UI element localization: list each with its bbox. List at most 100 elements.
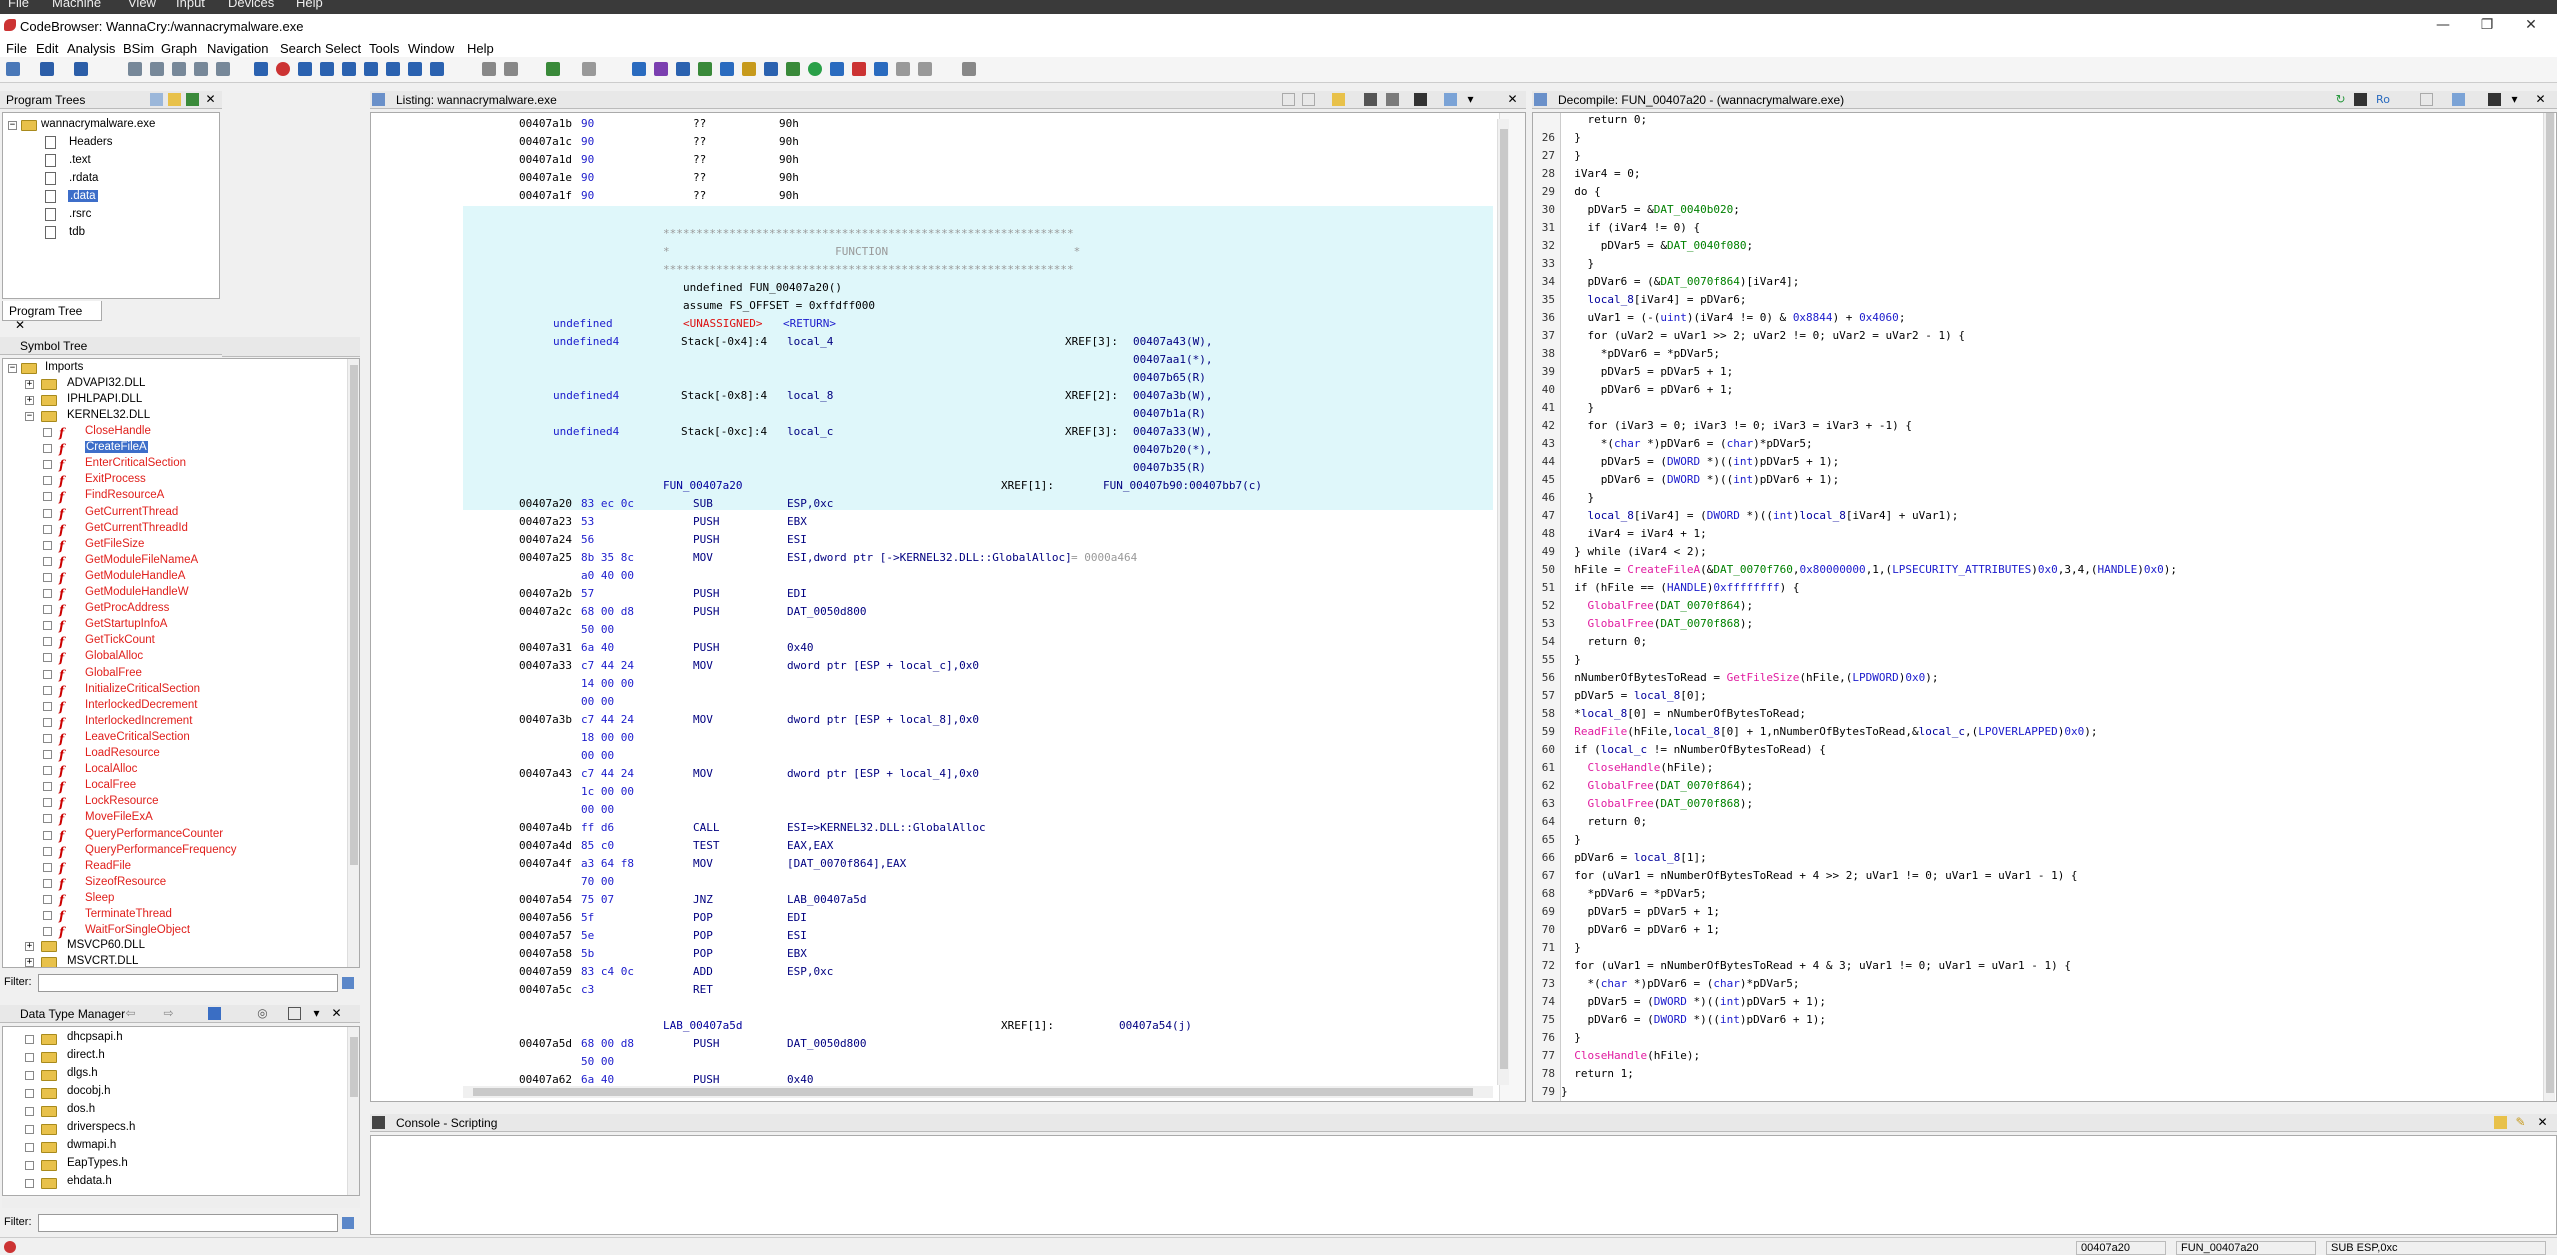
function-item[interactable]: ReadFile [85,860,131,872]
close-panel-icon[interactable]: ✕ [330,1007,343,1020]
instruction-row[interactable]: 18 00 00 [371,729,1491,747]
function-signature-row[interactable]: undefined FUN_00407a20() [371,279,1491,297]
undo-icon[interactable] [546,62,560,76]
function-item[interactable]: InterlockedIncrement [85,715,192,727]
listing-row[interactable]: 00407a1d 90?? 90h [371,151,1491,169]
redo-icon[interactable] [582,62,596,76]
code-line[interactable]: CloseHandle(hFile); [1561,759,1714,777]
dll-iphlpapi[interactable]: IPHLPAPI.DLL [67,393,142,405]
function-item[interactable]: TerminateThread [85,908,172,920]
xref-continuation[interactable]: 00407b65(R) [371,369,1491,387]
function-item[interactable]: InitializeCriticalSection [85,683,200,695]
instruction-row[interactable]: 00 00 [371,693,1491,711]
function-item[interactable]: CloseHandle [85,425,151,437]
expand-icon[interactable] [25,1125,34,1134]
scroll-thumb[interactable] [1500,129,1508,1069]
vm-menu-view[interactable]: View [128,0,156,10]
code-line[interactable]: ReadFile(hFile,local_8[0] + 1,nNumberOfB… [1561,723,2097,741]
instruction-row[interactable]: 00407a59 83 c4 0c ADD ESP,0xc [371,963,1491,981]
code-line[interactable]: pDVar6 = (DWORD *)((int)pDVar6 + 1); [1561,1011,1825,1029]
code-line[interactable]: return 1; [1561,1065,1634,1083]
tree-item-text[interactable]: .text [69,154,91,166]
code-line[interactable]: for (uVar1 = nNumberOfBytesToRead + 4 & … [1561,957,2071,975]
expand-icon[interactable] [43,862,52,872]
listing-row[interactable]: 00407a1e 90?? 90h [371,169,1491,187]
local-variable-row[interactable]: undefined4 Stack[-0xc]:4 local_c XREF[3]: 00… [371,423,1491,441]
scroll-thumb[interactable] [473,1088,1473,1096]
code-line[interactable]: if (hFile == (HANDLE)0xffffffff) { [1561,579,1799,597]
scroll-thumb[interactable] [350,365,358,865]
folder-icon[interactable] [742,62,756,76]
copy-icon[interactable] [1282,93,1295,106]
data-d-icon[interactable] [320,62,334,76]
stop-icon[interactable] [276,62,290,76]
function-item[interactable]: MoveFileExA [85,811,153,823]
menu-file[interactable]: File [6,41,27,56]
code-line[interactable]: GlobalFree(DAT_0070f868); [1561,795,1754,813]
instruction-row[interactable]: 00407a31 6a 40 PUSH 0x40 [371,639,1491,657]
function-item[interactable]: WaitForSingleObject [85,924,190,936]
save-icon[interactable] [6,62,20,76]
code-line[interactable]: pDVar5 = &DAT_0040b020; [1561,201,1739,219]
function-item[interactable]: LeaveCriticalSection [85,731,190,743]
xref-continuation[interactable]: 00407b20(*), [371,441,1491,459]
expand-icon[interactable] [43,508,52,518]
expand-icon[interactable] [43,782,52,792]
expand-icon[interactable] [43,717,52,727]
close-panel-icon[interactable]: ✕ [2536,1116,2549,1129]
code-line[interactable]: pDVar6 = (&DAT_0070f864)[iVar4]; [1561,273,1799,291]
code-line[interactable]: GlobalFree(DAT_0070f864); [1561,777,1754,795]
instruction-row[interactable]: 70 00 [371,873,1491,891]
decompile-icon[interactable] [830,62,844,76]
code-line[interactable]: CloseHandle(hFile); [1561,1047,1700,1065]
scroll-thumb[interactable] [2546,113,2554,1093]
instruction-row[interactable]: 00407a57 5e POP ESI [371,927,1491,945]
function-item[interactable]: FindResourceA [85,489,164,501]
code-line[interactable]: pDVar6 = (DWORD *)((int)pDVar6 + 1); [1561,471,1839,489]
expand-icon[interactable] [43,750,52,759]
expand-icon[interactable] [43,653,52,663]
menu-select[interactable]: Select [325,41,361,56]
expand-icon[interactable] [43,476,52,486]
function-item[interactable]: LocalFree [85,779,136,791]
imports-node[interactable]: Imports [45,361,83,373]
code-line[interactable]: return 0; [1561,633,1647,651]
code-line[interactable]: GlobalFree(DAT_0070f864); [1561,597,1754,615]
instruction-row[interactable]: 00407a25 8b 35 8c MOV ESI,dword ptr [->KERN… [371,549,1491,567]
instruction-row[interactable]: a0 40 00 [371,567,1491,585]
function-banner[interactable]: ****************************************… [371,225,1491,243]
code-line[interactable]: pDVar5 = local_8[0]; [1561,687,1706,705]
help-icon[interactable] [962,62,976,76]
expand-icon[interactable] [43,460,52,470]
code-line[interactable]: } [1561,255,1594,273]
expand-icon[interactable] [43,669,52,679]
code-line[interactable]: } [1561,1029,1581,1047]
menu-analysis[interactable]: Analysis [67,41,115,56]
function-item[interactable]: GetCurrentThread [85,506,178,518]
expand-icon[interactable] [43,621,52,631]
instruction-row[interactable]: 00407a23 53 PUSH EBX [371,513,1491,531]
expand-icon[interactable] [25,1089,34,1098]
expand-icon[interactable] [43,524,52,534]
merge-icon[interactable] [186,93,199,106]
function-item[interactable]: GlobalAlloc [85,650,143,662]
expand-icon[interactable] [43,492,52,502]
forward-icon[interactable] [74,62,88,76]
close-panel-icon[interactable]: ✕ [1506,93,1519,106]
close-tab-icon[interactable]: ✕ [15,318,25,332]
instruction-row[interactable]: 00407a54 75 07 JNZ LAB_00407a5d [371,891,1491,909]
tree-item-tdb[interactable]: tdb [69,226,85,238]
code-line[interactable]: *(char *)pDVar6 = (char)*pDVar5; [1561,975,1799,993]
code-line[interactable]: nNumberOfBytesToRead = GetFileSize(hFile… [1561,669,1938,687]
copy-icon[interactable] [2420,93,2433,106]
camera-icon[interactable] [2488,93,2501,106]
snapshot-icon[interactable] [1414,93,1427,106]
code-line[interactable]: } [1561,939,1581,957]
code-line[interactable]: *(char *)pDVar6 = (char)*pDVar5; [1561,435,1813,453]
graph-icon[interactable] [764,62,778,76]
code-line[interactable]: pDVar6 = local_8[1]; [1561,849,1706,867]
function-f-icon[interactable] [386,62,400,76]
expand-icon[interactable]: + [25,942,34,951]
function-item[interactable]: ExitProcess [85,473,146,485]
code-line[interactable]: *local_8[0] = nNumberOfBytesToRead; [1561,705,1806,723]
